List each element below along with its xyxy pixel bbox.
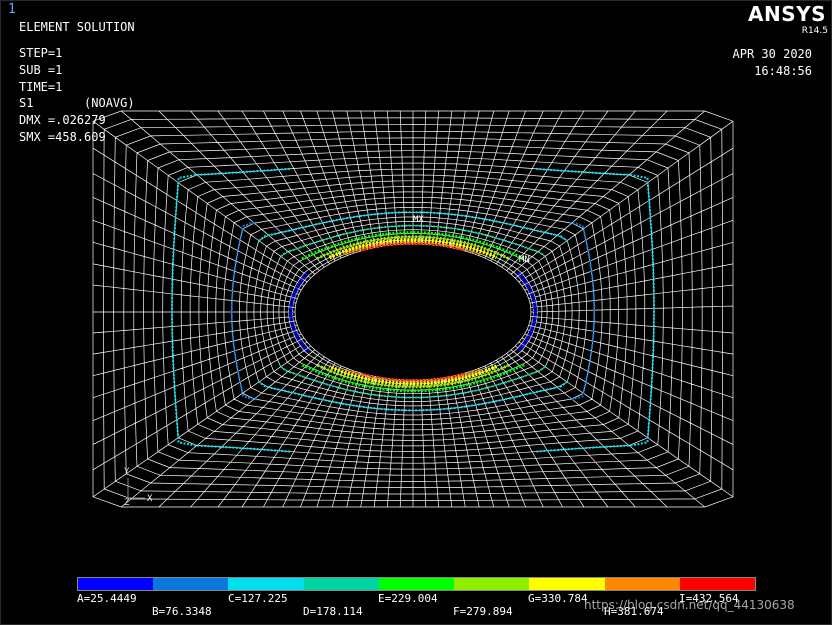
legend-label-a: A=25.4449: [77, 592, 137, 605]
triad-y-label: Y: [124, 467, 130, 477]
legend-label-b: B=76.3348: [152, 605, 212, 618]
legend-band-e: [378, 578, 455, 590]
contour-plot[interactable]: X Y Z MX MN: [0, 0, 832, 625]
legend-band-a: [78, 578, 154, 590]
watermark: https://blog.csdn.net/qq_44130638: [584, 598, 795, 612]
min-marker: MN: [519, 255, 530, 265]
legend-band-h: [604, 578, 680, 590]
legend-band-b: [153, 578, 229, 590]
legend-band-i: [679, 578, 755, 590]
triad-x-label: X: [147, 494, 153, 504]
legend-band-g: [529, 578, 605, 590]
max-marker: MX: [413, 215, 424, 225]
legend-band-f: [454, 578, 530, 590]
legend-band-c: [228, 578, 304, 590]
legend-label-c: C=127.225: [228, 592, 288, 605]
coordinate-triad: X Y Z: [124, 467, 153, 508]
deformed-mesh: [92, 110, 734, 508]
legend-label-g: G=330.784: [528, 592, 588, 605]
legend-label-f: F=279.894: [453, 605, 513, 618]
legend-bar: [77, 577, 756, 591]
legend-label-e: E=229.004: [378, 592, 438, 605]
legend-band-d: [303, 578, 379, 590]
legend-label-d: D=178.114: [303, 605, 363, 618]
triad-z-label: Z: [124, 498, 130, 508]
mesh-lines: [92, 110, 734, 508]
